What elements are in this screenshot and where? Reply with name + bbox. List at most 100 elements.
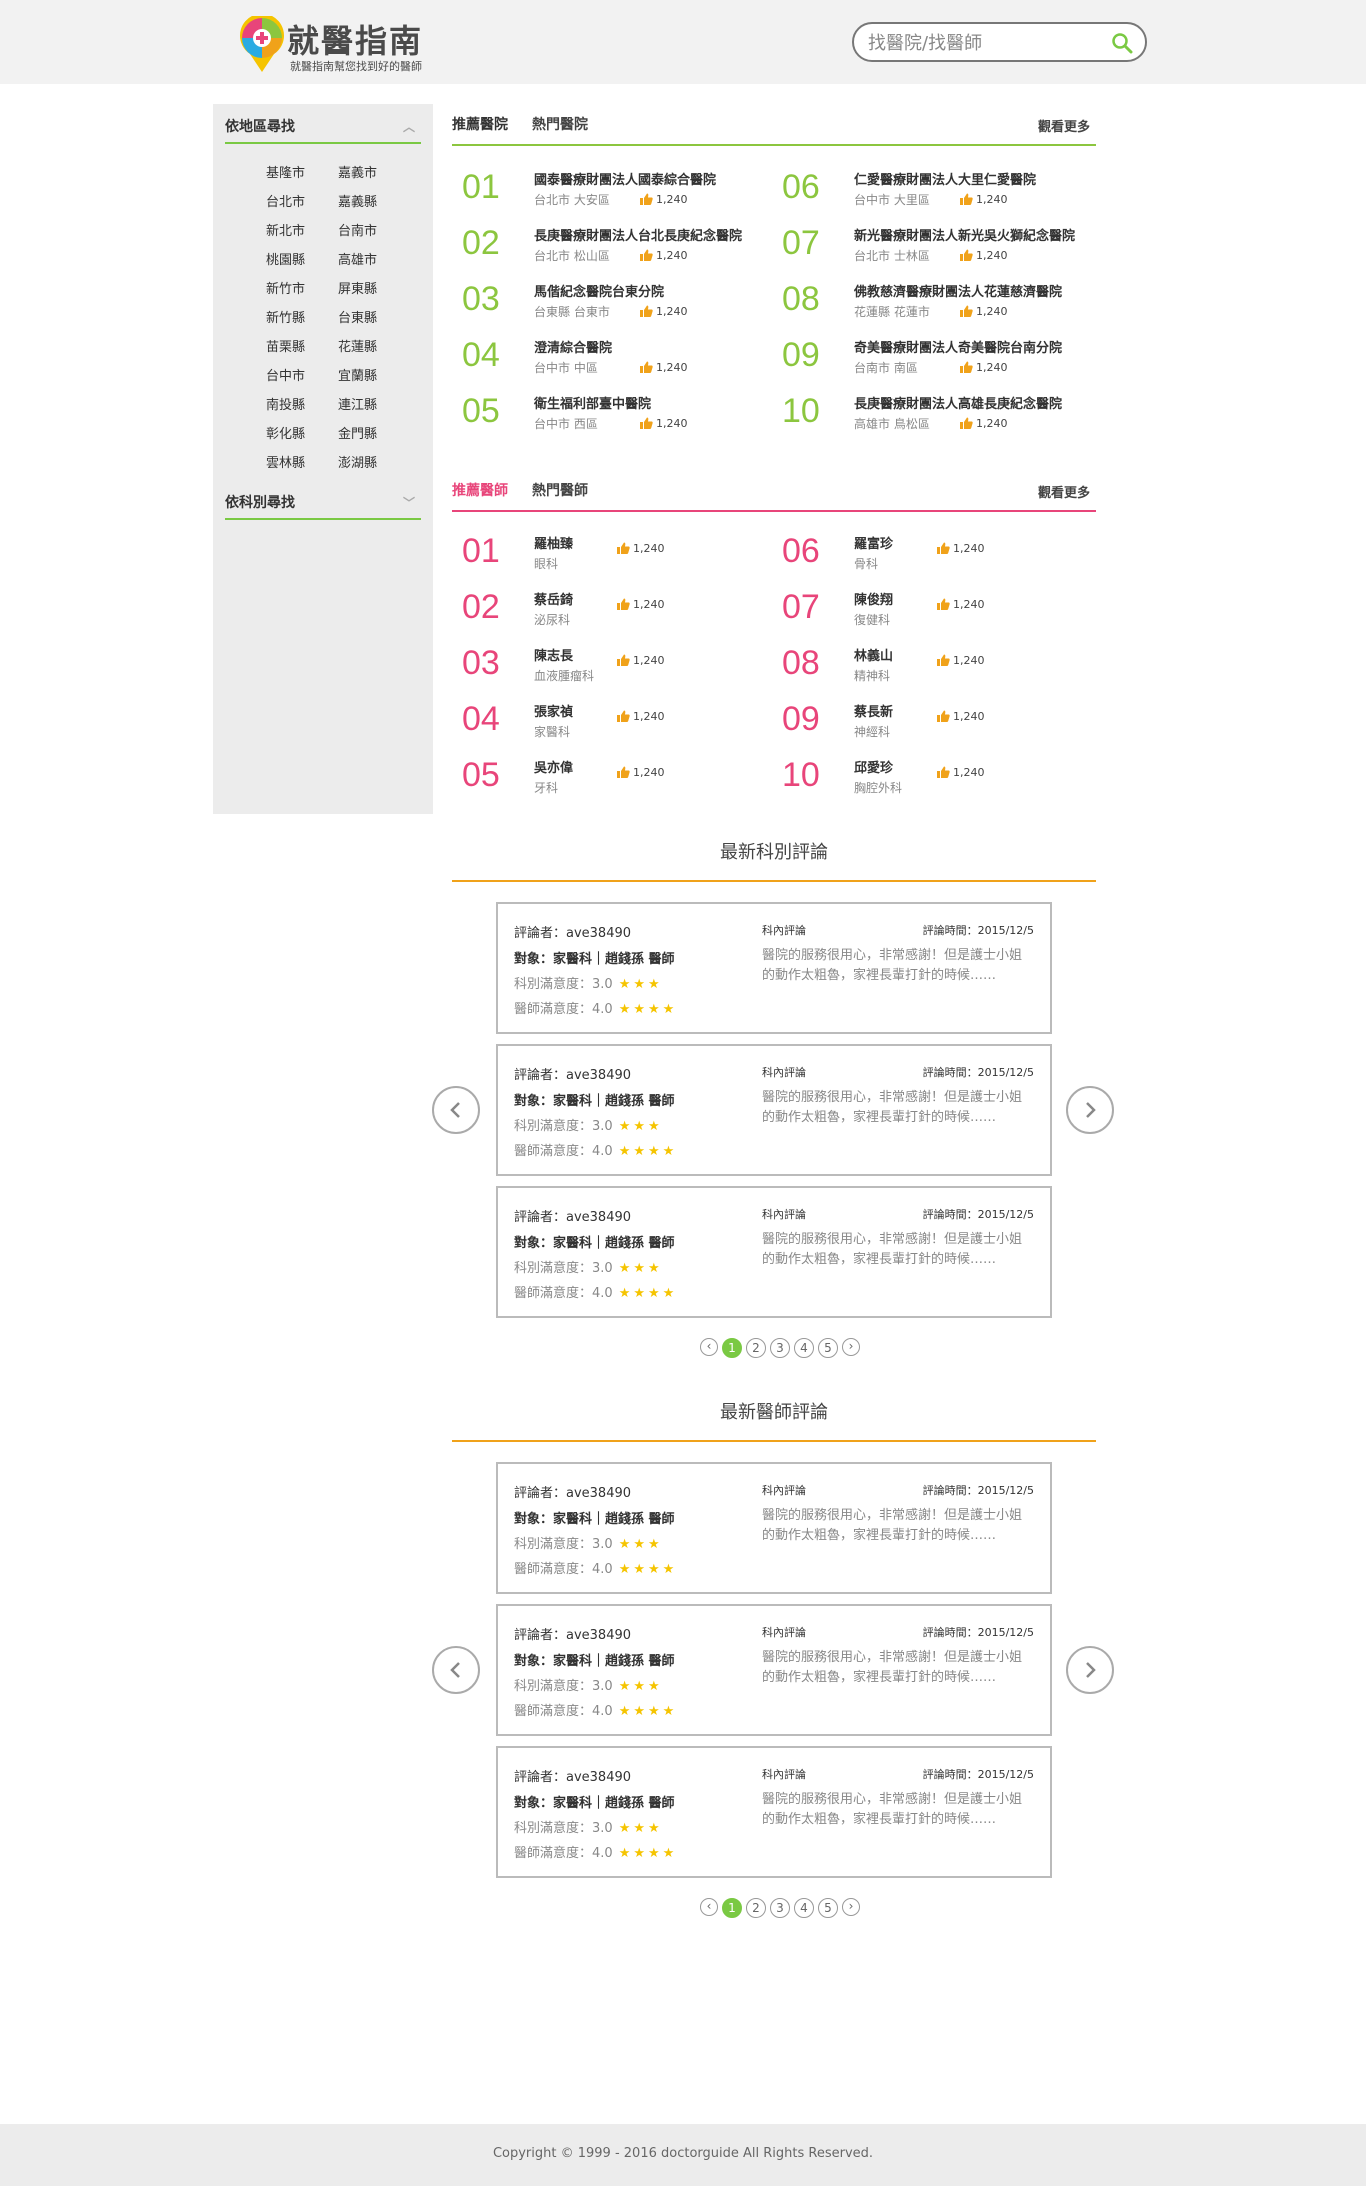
page-prev-icon[interactable]: ‹ <box>700 1898 718 1916</box>
region-item[interactable]: 宜蘭縣 <box>338 367 406 387</box>
doctor-name[interactable]: 陳志長 <box>534 645 573 664</box>
region-item[interactable]: 金門縣 <box>338 425 406 445</box>
page-number[interactable]: 5 <box>818 1898 838 1918</box>
region-item[interactable]: 嘉義市 <box>338 164 406 184</box>
tab-recommended-doctors[interactable]: 推薦醫師 <box>452 480 508 500</box>
review-card[interactable]: 評論者：ave38490 對象：家醫科｜趙錢孫 醫師 科別滿意度：3.0 ★★★ 醫師滿… <box>496 1044 1052 1176</box>
page-number[interactable]: 3 <box>770 1338 790 1358</box>
doctor-list-item[interactable]: 09 蔡長新 神經科 1,240 <box>772 696 1092 746</box>
review-card[interactable]: 評論者：ave38490 對象：家醫科｜趙錢孫 醫師 科別滿意度：3.0 ★★★ 醫師滿… <box>496 1746 1052 1878</box>
like-count[interactable]: 1,240 <box>640 193 688 206</box>
hospital-name[interactable]: 新光醫療財團法人新光吳火獅紀念醫院 <box>854 225 1075 244</box>
doctor-list-item[interactable]: 05 吳亦偉 牙科 1,240 <box>452 752 772 802</box>
region-item[interactable]: 南投縣 <box>266 396 338 416</box>
hospital-more-link[interactable]: 觀看更多 <box>1038 116 1090 135</box>
like-count[interactable]: 1,240 <box>640 249 688 262</box>
hospital-name[interactable]: 澄清綜合醫院 <box>534 337 612 356</box>
hospital-name[interactable]: 衛生福利部臺中醫院 <box>534 393 651 412</box>
doctor-name[interactable]: 陳俊翔 <box>854 589 893 608</box>
like-count[interactable]: 1,240 <box>617 542 665 555</box>
like-count[interactable]: 1,240 <box>640 417 688 430</box>
search-input[interactable] <box>868 31 1098 55</box>
like-count[interactable]: 1,240 <box>640 361 688 374</box>
page-number[interactable]: 4 <box>794 1338 814 1358</box>
page-prev-icon[interactable]: ‹ <box>700 1338 718 1356</box>
region-filter-header[interactable]: 依地區尋找 ︿ <box>225 104 421 144</box>
review-target[interactable]: 對象：家醫科｜趙錢孫 醫師 <box>514 1090 675 1109</box>
like-count[interactable]: 1,240 <box>937 542 985 555</box>
prev-button[interactable] <box>432 1086 480 1134</box>
region-item[interactable]: 台北市 <box>266 193 338 213</box>
region-item[interactable]: 台東縣 <box>338 309 406 329</box>
region-item[interactable]: 連江縣 <box>338 396 406 416</box>
review-card[interactable]: 評論者：ave38490 對象：家醫科｜趙錢孫 醫師 科別滿意度：3.0 ★★★ 醫師滿… <box>496 902 1052 1034</box>
doctor-name[interactable]: 林義山 <box>854 645 893 664</box>
doctor-list-item[interactable]: 04 張家禎 家醫科 1,240 <box>452 696 772 746</box>
hospital-name[interactable]: 國泰醫療財團法人國泰綜合醫院 <box>534 169 716 188</box>
hospital-list-item[interactable]: 02 長庚醫療財團法人台北長庚紀念醫院 台北市 松山區 1,240 <box>452 220 772 270</box>
page-next-icon[interactable]: › <box>842 1338 860 1356</box>
like-count[interactable]: 1,240 <box>960 249 1008 262</box>
search-icon[interactable] <box>1111 32 1133 54</box>
doctor-name[interactable]: 蔡長新 <box>854 701 893 720</box>
region-item[interactable]: 基隆市 <box>266 164 338 184</box>
region-item[interactable]: 新北市 <box>266 222 338 242</box>
doctor-name[interactable]: 邱愛珍 <box>854 757 893 776</box>
hospital-name[interactable]: 長庚醫療財團法人台北長庚紀念醫院 <box>534 225 742 244</box>
hospital-name[interactable]: 佛教慈濟醫療財團法人花蓮慈濟醫院 <box>854 281 1062 300</box>
chevron-up-icon[interactable]: ︿ <box>403 118 415 135</box>
dept-filter-header[interactable]: 依科別尋找 ﹀ <box>225 480 421 520</box>
page-number[interactable]: 2 <box>746 1338 766 1358</box>
region-item[interactable]: 新竹市 <box>266 280 338 300</box>
review-target[interactable]: 對象：家醫科｜趙錢孫 醫師 <box>514 948 675 967</box>
doctor-name[interactable]: 羅富珍 <box>854 533 893 552</box>
region-item[interactable]: 台南市 <box>338 222 406 242</box>
page-next-icon[interactable]: › <box>842 1898 860 1916</box>
hospital-name[interactable]: 仁愛醫療財團法人大里仁愛醫院 <box>854 169 1036 188</box>
review-card[interactable]: 評論者：ave38490 對象：家醫科｜趙錢孫 醫師 科別滿意度：3.0 ★★★ 醫師滿… <box>496 1462 1052 1594</box>
like-count[interactable]: 1,240 <box>960 193 1008 206</box>
hospital-list-item[interactable]: 06 仁愛醫療財團法人大里仁愛醫院 台中市 大里區 1,240 <box>772 164 1092 214</box>
doctor-name[interactable]: 羅柚臻 <box>534 533 573 552</box>
page-number[interactable]: 5 <box>818 1338 838 1358</box>
doctor-list-item[interactable]: 07 陳俊翔 復健科 1,240 <box>772 584 1092 634</box>
prev-button[interactable] <box>432 1646 480 1694</box>
doctor-list-item[interactable]: 02 蔡岳錡 泌尿科 1,240 <box>452 584 772 634</box>
doctor-list-item[interactable]: 01 羅柚臻 眼科 1,240 <box>452 528 772 578</box>
like-count[interactable]: 1,240 <box>617 766 665 779</box>
hospital-name[interactable]: 馬偕紀念醫院台東分院 <box>534 281 664 300</box>
hospital-list-item[interactable]: 05 衛生福利部臺中醫院 台中市 西區 1,240 <box>452 388 772 438</box>
doctor-more-link[interactable]: 觀看更多 <box>1038 482 1090 501</box>
tab-recommended-hospitals[interactable]: 推薦醫院 <box>452 114 508 134</box>
doctor-list-item[interactable]: 10 邱愛珍 胸腔外科 1,240 <box>772 752 1092 802</box>
like-count[interactable]: 1,240 <box>960 417 1008 430</box>
like-count[interactable]: 1,240 <box>640 305 688 318</box>
like-count[interactable]: 1,240 <box>617 654 665 667</box>
logo-title[interactable]: 就醫指南 <box>287 16 423 62</box>
hospital-list-item[interactable]: 10 長庚醫療財團法人高雄長庚紀念醫院 高雄市 鳥松區 1,240 <box>772 388 1092 438</box>
hospital-list-item[interactable]: 07 新光醫療財團法人新光吳火獅紀念醫院 台北市 士林區 1,240 <box>772 220 1092 270</box>
region-item[interactable]: 屏東縣 <box>338 280 406 300</box>
hospital-list-item[interactable]: 01 國泰醫療財團法人國泰綜合醫院 台北市 大安區 1,240 <box>452 164 772 214</box>
doctor-list-item[interactable]: 03 陳志長 血液腫瘤科 1,240 <box>452 640 772 690</box>
next-button[interactable] <box>1066 1646 1114 1694</box>
like-count[interactable]: 1,240 <box>960 361 1008 374</box>
region-item[interactable]: 花蓮縣 <box>338 338 406 358</box>
logo-icon[interactable] <box>232 16 292 74</box>
next-button[interactable] <box>1066 1086 1114 1134</box>
doctor-name[interactable]: 吳亦偉 <box>534 757 573 776</box>
page-number[interactable]: 2 <box>746 1898 766 1918</box>
page-number[interactable]: 4 <box>794 1898 814 1918</box>
review-target[interactable]: 對象：家醫科｜趙錢孫 醫師 <box>514 1232 675 1251</box>
review-target[interactable]: 對象：家醫科｜趙錢孫 醫師 <box>514 1650 675 1669</box>
chevron-down-icon[interactable]: ﹀ <box>403 494 415 511</box>
doctor-list-item[interactable]: 08 林義山 精神科 1,240 <box>772 640 1092 690</box>
region-item[interactable]: 新竹縣 <box>266 309 338 329</box>
region-item[interactable]: 桃園縣 <box>266 251 338 271</box>
region-item[interactable]: 彰化縣 <box>266 425 338 445</box>
doctor-name[interactable]: 蔡岳錡 <box>534 589 573 608</box>
hospital-list-item[interactable]: 09 奇美醫療財團法人奇美醫院台南分院 台南市 南區 1,240 <box>772 332 1092 382</box>
like-count[interactable]: 1,240 <box>937 710 985 723</box>
page-number[interactable]: 1 <box>722 1898 742 1918</box>
hospital-list-item[interactable]: 03 馬偕紀念醫院台東分院 台東縣 台東市 1,240 <box>452 276 772 326</box>
